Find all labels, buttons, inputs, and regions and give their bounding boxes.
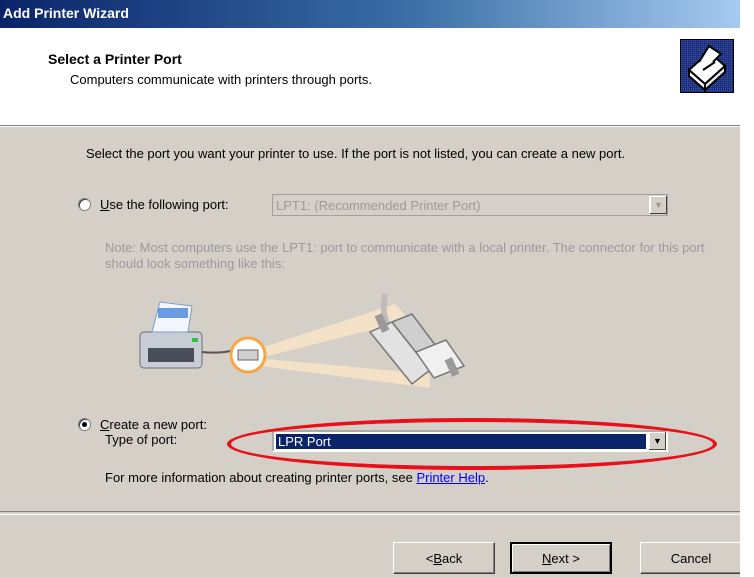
cancel-button[interactable]: Cancel [640, 542, 740, 574]
printer-connector-illustration [139, 293, 466, 388]
add-printer-wizard-window: Add Printer Wizard Select a Printer Port… [0, 0, 740, 577]
back-button[interactable]: < Back [393, 542, 495, 574]
background-strip [740, 0, 754, 577]
wizard-header: Select a Printer Port Computers communic… [0, 28, 740, 126]
connector-note: Note: Most computers use the LPT1: port … [105, 240, 705, 271]
title-bar[interactable]: Add Printer Wizard [0, 0, 740, 28]
create-port-radio[interactable] [78, 417, 91, 431]
use-port-radio-row[interactable]: Use the following port: [78, 195, 229, 213]
more-info-text: For more information about creating prin… [105, 470, 489, 485]
port-select-value: LPT1: (Recommended Printer Port) [276, 197, 481, 213]
create-port-label[interactable]: Create a new port: [100, 417, 207, 432]
printer-icon [680, 39, 734, 93]
window-title: Add Printer Wizard [3, 5, 129, 21]
page-title: Select a Printer Port [48, 51, 182, 67]
button-separator [0, 511, 740, 515]
page-subtitle: Computers communicate with printers thro… [70, 72, 373, 87]
instruction-text: Select the port you want your printer to… [86, 146, 626, 161]
port-select: LPT1: (Recommended Printer Port) ▼ [272, 194, 668, 216]
next-button[interactable]: Next > [510, 542, 612, 574]
use-port-label[interactable]: Use the following port: [100, 197, 229, 212]
chevron-down-icon: ▼ [649, 196, 667, 214]
use-port-radio[interactable] [78, 197, 91, 211]
type-of-port-label: Type of port: [105, 432, 178, 447]
printer-help-link[interactable]: Printer Help [416, 470, 485, 485]
red-highlight-annotation [227, 418, 717, 470]
header-separator [0, 126, 740, 127]
create-port-radio-row[interactable]: Create a new port: [78, 415, 207, 433]
